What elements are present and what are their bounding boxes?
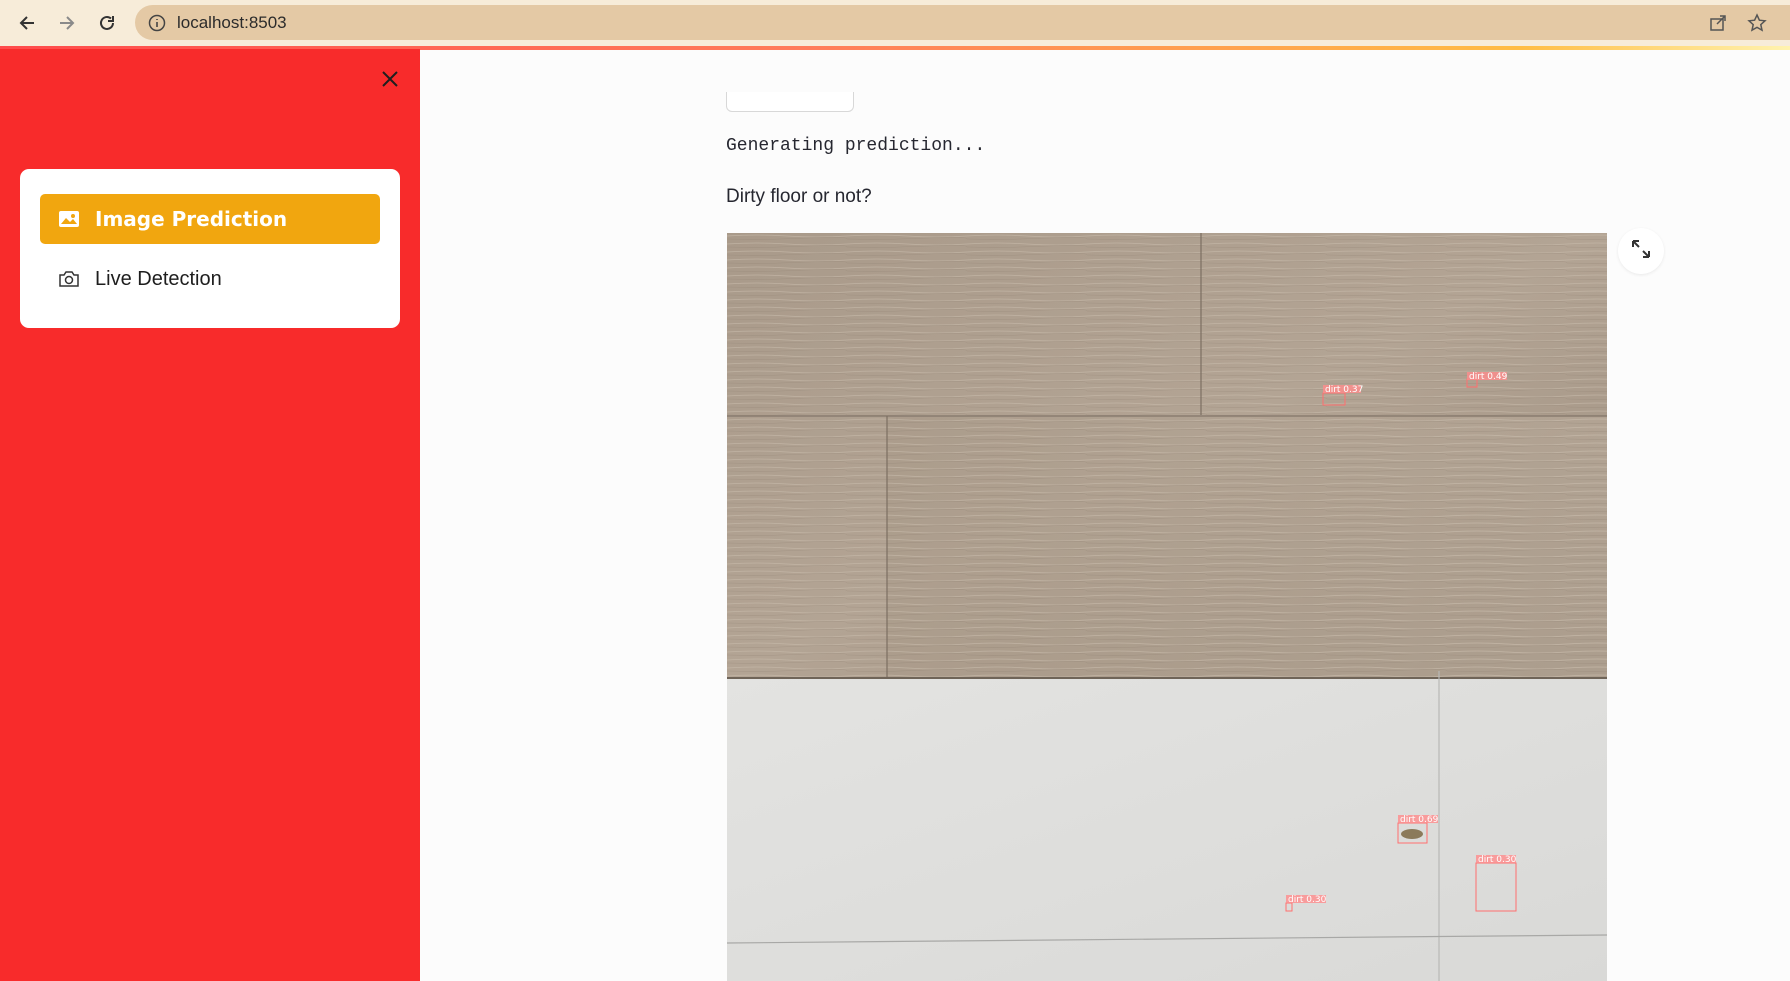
upload-button[interactable]: [726, 92, 854, 112]
detection-label: dirt 0.37: [1325, 385, 1363, 395]
prediction-result-image: dirt 0.37 dirt 0.49 dirt 0.69 dirt 0.30 …: [727, 233, 1607, 981]
menu-item-label: Live Detection: [95, 267, 222, 290]
menu-item-label: Image Prediction: [95, 207, 288, 231]
url-text: localhost:8503: [177, 13, 287, 32]
site-info-icon[interactable]: [148, 14, 166, 32]
detection-label: dirt 0.49: [1469, 372, 1508, 382]
expand-icon: [1630, 238, 1652, 265]
navigation-menu: Image Prediction Live Detection: [20, 169, 400, 328]
detection-label: dirt 0.30: [1478, 855, 1517, 865]
back-arrow-icon[interactable]: [14, 10, 40, 36]
browser-toolbar: localhost:8503: [0, 0, 1790, 46]
status-message: Generating prediction...: [726, 136, 986, 156]
reload-icon[interactable]: [94, 10, 120, 36]
bookmark-star-icon[interactable]: [1747, 13, 1767, 33]
detection-label: dirt 0.69: [1400, 815, 1439, 825]
address-bar[interactable]: localhost:8503: [135, 5, 1790, 40]
menu-item-image-prediction[interactable]: Image Prediction: [40, 194, 380, 244]
menu-item-live-detection[interactable]: Live Detection: [40, 254, 380, 304]
prediction-heading: Dirty floor or not?: [726, 186, 872, 207]
forward-arrow-icon[interactable]: [54, 10, 80, 36]
detection-label: dirt 0.30: [1288, 895, 1327, 905]
image-icon: [58, 208, 80, 230]
fullscreen-button[interactable]: [1618, 228, 1664, 274]
close-icon[interactable]: [378, 67, 402, 91]
share-icon[interactable]: [1708, 13, 1728, 33]
camera-icon: [58, 268, 80, 290]
